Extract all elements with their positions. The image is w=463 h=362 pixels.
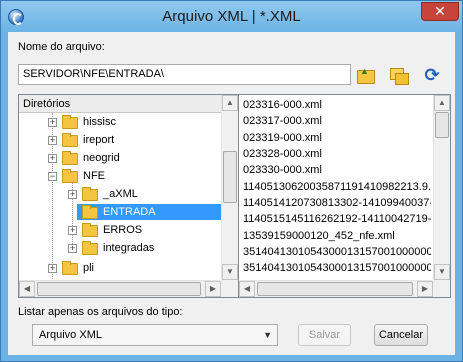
file-type-value: Arquivo XML: [39, 329, 102, 341]
file-item[interactable]: 1140514120730813302-14109940037-: [243, 197, 431, 213]
expand-icon[interactable]: +: [48, 136, 57, 145]
save-button[interactable]: Salvar: [298, 324, 351, 346]
file-list[interactable]: 023316-000.xml 023317-000.xml 023319-000…: [238, 94, 451, 298]
tree-vertical-scrollbar[interactable]: ▲ ▼: [221, 95, 238, 297]
tree-item[interactable]: + integradas: [63, 240, 223, 257]
tree-item[interactable]: + ERROS: [63, 222, 223, 239]
expand-icon[interactable]: +: [68, 244, 77, 253]
file-item[interactable]: 13539159000120_452_nfe.xml: [243, 230, 431, 246]
tree-item-label: neogrid: [83, 152, 120, 164]
file-item[interactable]: 35140413010543000131570010000000: [243, 262, 431, 278]
folders-icon[interactable]: [388, 64, 410, 86]
file-item[interactable]: 023317-000.xml: [243, 115, 431, 131]
scroll-thumb[interactable]: [223, 151, 237, 203]
collapse-icon[interactable]: −: [48, 172, 57, 181]
folder-icon: [62, 133, 78, 147]
scroll-thumb[interactable]: [257, 282, 413, 296]
folder-up-icon[interactable]: [354, 64, 376, 86]
refresh-icon[interactable]: ⟳: [421, 64, 443, 86]
scroll-down-icon[interactable]: ▼: [222, 264, 238, 280]
expand-icon[interactable]: +: [68, 190, 77, 199]
files-horizontal-scrollbar[interactable]: ◀ ▶: [239, 280, 434, 297]
scroll-thumb[interactable]: [435, 112, 449, 138]
tree-horizontal-scrollbar[interactable]: ◀ ▶: [19, 280, 222, 297]
scroll-left-icon[interactable]: ◀: [239, 281, 255, 297]
scroll-up-icon[interactable]: ▲: [222, 95, 238, 111]
tree-item-label: pli: [83, 262, 95, 274]
tree-item[interactable]: + _aXML: [63, 186, 223, 203]
file-item[interactable]: 023328-000.xml: [243, 148, 431, 164]
cancel-button[interactable]: Cancelar: [374, 324, 428, 346]
tree-item-label: NFE: [83, 170, 105, 182]
expand-icon[interactable]: +: [68, 226, 77, 235]
title-bar[interactable]: Arquivo XML | *.XML ✕: [1, 1, 462, 33]
file-item[interactable]: 023316-000.xml: [243, 99, 431, 115]
folder-icon: [82, 187, 98, 201]
tree-item-entrada[interactable]: ENTRADA: [63, 204, 223, 221]
tree-item-label: integradas: [103, 242, 155, 254]
file-item[interactable]: 023330-000.xml: [243, 164, 431, 180]
scroll-right-icon[interactable]: ▶: [417, 281, 433, 297]
folder-icon: [62, 115, 78, 129]
tree-item[interactable]: + neogrid: [43, 150, 223, 167]
scroll-corner: [433, 280, 450, 297]
folder-icon: [82, 223, 98, 237]
tree-item-label: hissisc: [83, 116, 117, 128]
directory-tree[interactable]: Diretórios + hissisc + ireport + neogrid…: [18, 94, 239, 298]
filename-input[interactable]: SERVIDOR\NFE\ENTRADA\: [18, 64, 351, 85]
tree-item-nfe[interactable]: − NFE: [43, 168, 223, 185]
expand-icon[interactable]: +: [48, 264, 57, 273]
file-item[interactable]: 11405130620035871191410982213.9.x: [243, 181, 431, 197]
filename-label: Nome do arquivo:: [18, 41, 105, 53]
scroll-corner: [221, 280, 238, 297]
tree-item[interactable]: + hissisc: [43, 114, 223, 131]
files-vertical-scrollbar[interactable]: ▲ ▼: [433, 95, 450, 297]
close-button[interactable]: ✕: [421, 2, 459, 21]
tree-item-label: ENTRADA: [103, 206, 156, 218]
tree-item[interactable]: + pli: [43, 260, 223, 277]
folder-icon: [62, 169, 78, 183]
tree-item-label: ERROS: [103, 224, 143, 236]
file-item[interactable]: 023319-000.xml: [243, 132, 431, 148]
scroll-left-icon[interactable]: ◀: [19, 281, 35, 297]
expand-icon[interactable]: +: [48, 118, 57, 127]
scroll-down-icon[interactable]: ▼: [434, 264, 450, 280]
file-item[interactable]: 114051514511626219​2-14110042719-l: [243, 213, 431, 229]
scroll-up-icon[interactable]: ▲: [434, 95, 450, 111]
window-title: Arquivo XML | *.XML: [162, 8, 301, 25]
chevron-down-icon[interactable]: ▼: [263, 330, 272, 340]
dialog-window: Arquivo XML | *.XML ✕ Nome do arquivo: S…: [0, 0, 463, 362]
folder-icon: [62, 151, 78, 165]
tree-item-label: _aXML: [103, 188, 138, 200]
expand-icon[interactable]: +: [48, 154, 57, 163]
folder-icon: [62, 261, 78, 275]
folder-icon: [82, 205, 98, 219]
tree-header: Diretórios: [19, 95, 222, 113]
scroll-thumb[interactable]: [37, 282, 201, 296]
folder-icon: [82, 241, 98, 255]
tree-item-label: ireport: [83, 134, 115, 146]
dialog-body: Nome do arquivo: SERVIDOR\NFE\ENTRADA\ ⟳…: [8, 32, 455, 355]
file-type-select[interactable]: Arquivo XML ▼: [32, 324, 278, 346]
tree-item[interactable]: + ireport: [43, 132, 223, 149]
filter-label: Listar apenas os arquivos do tipo:: [18, 306, 183, 318]
scroll-right-icon[interactable]: ▶: [205, 281, 221, 297]
file-item[interactable]: 35140413010543000131570010000000: [243, 246, 431, 262]
